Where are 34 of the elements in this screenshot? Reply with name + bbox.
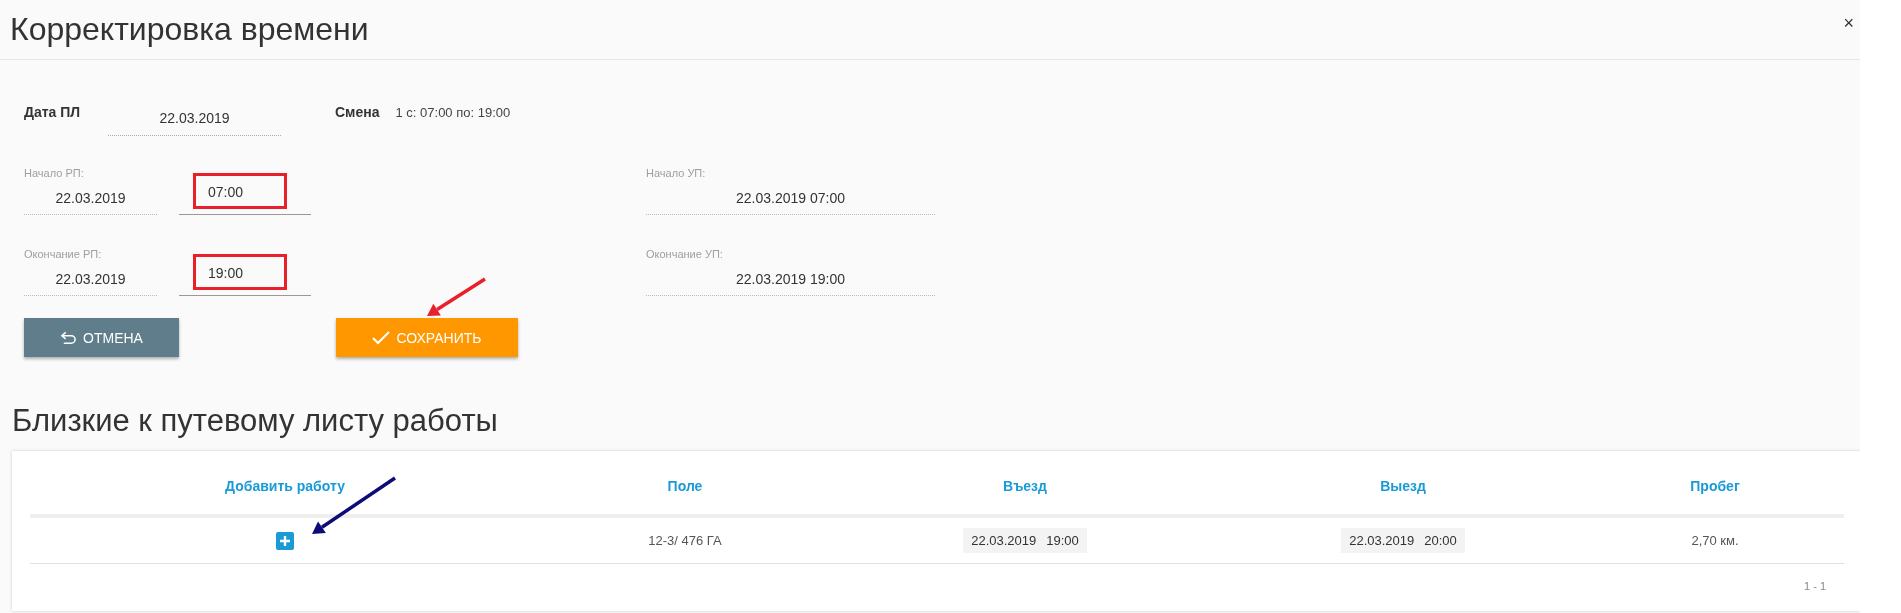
field-label: Начало РП: [24, 167, 85, 181]
time-text: 20:00 [1424, 533, 1457, 548]
column-header: Добавить работу [224, 477, 346, 494]
column-header: Пробег [1689, 477, 1741, 494]
pagination-info: 1 - 1 [1803, 579, 1827, 592]
close-button[interactable]: × [1843, 13, 1854, 34]
plus-icon [275, 530, 295, 551]
field-label: Начало УП: [646, 167, 707, 181]
field-label: Дата ПЛ [24, 103, 82, 120]
dialog-title: Корректировка времени [10, 11, 369, 48]
time-field[interactable]: 07:00 [193, 173, 287, 209]
section-title: Близкие к путевому листу работы [12, 403, 499, 439]
time-field[interactable]: 19:00 [193, 254, 287, 290]
add-button[interactable] [275, 530, 295, 551]
field-label: Окончание РП: [24, 248, 103, 262]
field-label: Смена [335, 103, 380, 120]
table-cell-text: 2,70 км. [1690, 533, 1740, 548]
column-header: Выезд [1379, 477, 1427, 494]
datetime-field[interactable]: 22.03.2019 07:00 [646, 181, 935, 215]
cancel-button[interactable]: ОТМЕНА [24, 318, 179, 357]
date-text: 22.03.2019 [1349, 533, 1415, 548]
date-text: 22.03.2019 [971, 533, 1037, 548]
column-header: Поле [666, 477, 704, 494]
date-field[interactable]: 22.03.2019 [24, 262, 157, 296]
checkmark-icon [372, 330, 391, 345]
date-field[interactable]: 22.03.2019 [24, 181, 157, 215]
field-label: Окончание УП: [646, 248, 724, 262]
datetime-field[interactable]: 22.03.2019 19:00 [646, 262, 935, 296]
undo-arrow-icon [60, 330, 78, 345]
time-text: 19:00 [1046, 533, 1079, 548]
date-field[interactable]: 22.03.2019 [108, 100, 281, 136]
column-header: Въезд [1002, 477, 1048, 494]
table-cell-text: 12-3/ 476 ГА [647, 533, 723, 548]
shift-value: 1 с: 07:00 по: 19:00 [395, 104, 511, 120]
